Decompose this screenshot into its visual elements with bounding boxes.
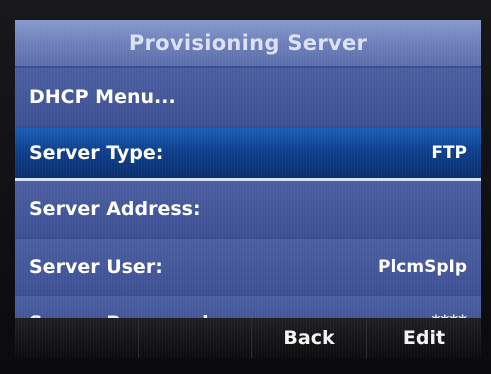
menu-item-server-user[interactable]: Server User: PlcmSpIp bbox=[15, 239, 481, 295]
menu-item-server-address[interactable]: Server Address: bbox=[15, 181, 481, 237]
back-softkey[interactable]: Back bbox=[251, 318, 366, 358]
server-type-value: FTP bbox=[431, 143, 467, 163]
menu-item-label: Server Type: bbox=[29, 142, 164, 164]
softkey-2[interactable] bbox=[138, 318, 251, 358]
menu-item-label: Server Address: bbox=[29, 198, 201, 220]
menu-item-server-type[interactable]: Server Type: FTP bbox=[15, 128, 481, 178]
phone-screen: Provisioning Server DHCP Menu... Server … bbox=[15, 20, 481, 358]
screen-title: Provisioning Server bbox=[15, 20, 481, 66]
server-user-value: PlcmSpIp bbox=[378, 257, 467, 277]
softkey-1[interactable] bbox=[15, 318, 138, 358]
menu-item-dhcp-menu[interactable]: DHCP Menu... bbox=[15, 68, 481, 126]
menu-item-label: DHCP Menu... bbox=[29, 86, 176, 108]
menu-item-label: Server User: bbox=[29, 256, 163, 278]
edit-softkey[interactable]: Edit bbox=[366, 318, 481, 358]
softkey-bar: Back Edit bbox=[15, 318, 481, 358]
